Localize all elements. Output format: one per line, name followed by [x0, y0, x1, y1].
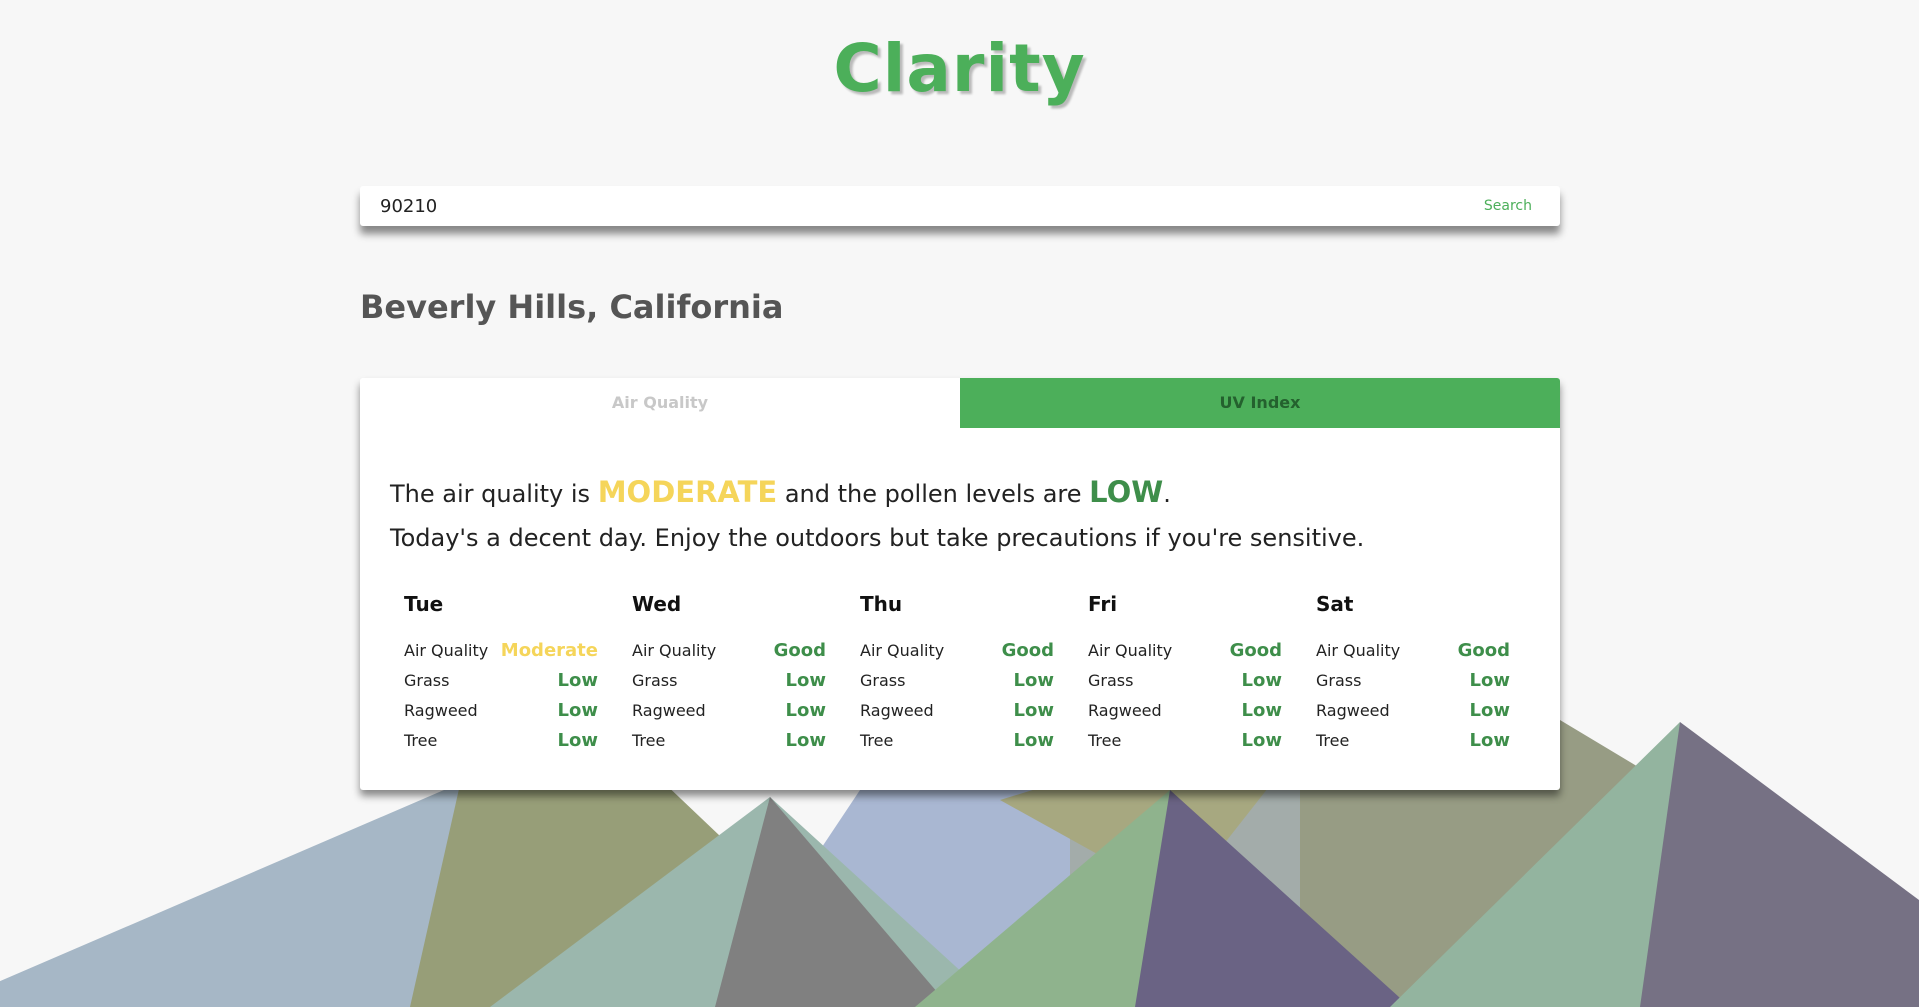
row-value: Low [1013, 730, 1054, 751]
row-label: Ragweed [860, 701, 934, 720]
forecast-row: Tree Low [404, 726, 598, 756]
row-label: Air Quality [404, 641, 489, 660]
summary-prefix: The air quality is [390, 480, 591, 508]
row-value: Low [1241, 730, 1282, 751]
row-value: Low [557, 670, 598, 691]
day-name: Sat [1316, 592, 1354, 616]
forecast-row: Ragweed Low [1088, 696, 1282, 726]
app-logo: Clarity [833, 30, 1086, 107]
row-label: Grass [1088, 671, 1134, 690]
forecast-day: Wed Air Quality Good Grass Low Ragweed Low … [632, 588, 826, 756]
forecast-row: Tree Low [632, 726, 826, 756]
row-value: Low [557, 730, 598, 751]
row-label: Grass [1316, 671, 1362, 690]
summary-line-1: The air quality is MODERATE and the poll… [390, 470, 1364, 516]
row-label: Air Quality [1088, 641, 1173, 660]
air-quality-level: MODERATE [597, 475, 778, 509]
row-value: Low [1241, 670, 1282, 691]
forecast-row: Tree Low [1316, 726, 1510, 756]
forecast-day: Fri Air Quality Good Grass Low Ragweed Low … [1088, 588, 1282, 756]
page: Clarity Search Beverly Hills, California… [0, 0, 1919, 1007]
forecast-row: Ragweed Low [1316, 696, 1510, 726]
forecast-row: Air Quality Good [632, 636, 826, 666]
row-label: Tree [632, 731, 666, 750]
row-label: Grass [404, 671, 450, 690]
row-value: Good [1001, 640, 1054, 661]
row-value: Low [1469, 700, 1510, 721]
row-value: Low [1469, 730, 1510, 751]
row-value: Low [1469, 670, 1510, 691]
row-value: Low [785, 670, 826, 691]
row-label: Ragweed [1316, 701, 1390, 720]
search-button[interactable]: Search [1484, 186, 1532, 226]
day-name: Wed [632, 592, 682, 616]
forecast-row: Grass Low [860, 666, 1054, 696]
location-title: Beverly Hills, California [360, 288, 784, 326]
row-value: Low [785, 730, 826, 751]
forecast-row: Air Quality Good [1316, 636, 1510, 666]
row-label: Tree [404, 731, 438, 750]
forecast-day: Tue Air Quality Moderate Grass Low Ragweed… [404, 588, 598, 756]
summary-line-2: Today's a decent day. Enjoy the outdoors… [390, 524, 1365, 552]
row-label: Air Quality [860, 641, 945, 660]
forecast-day: Thu Air Quality Good Grass Low Ragweed Low … [860, 588, 1054, 756]
row-value: Low [1013, 670, 1054, 691]
day-name: Tue [404, 592, 444, 616]
row-label: Grass [632, 671, 678, 690]
forecast-row: Tree Low [1088, 726, 1282, 756]
row-value: Low [1013, 700, 1054, 721]
forecast-row: Grass Low [632, 666, 826, 696]
forecast-row: Ragweed Low [860, 696, 1054, 726]
row-label: Ragweed [404, 701, 478, 720]
forecast-row: Grass Low [1316, 666, 1510, 696]
row-label: Tree [1316, 731, 1350, 750]
row-value: Low [557, 700, 598, 721]
tab-uv-index[interactable]: UV Index [960, 378, 1560, 428]
summary-suffix: . [1163, 480, 1171, 508]
forecast-row: Grass Low [404, 666, 598, 696]
tab-air-quality[interactable]: Air Quality [360, 378, 960, 428]
tab-bar: Air Quality UV Index [360, 378, 1560, 428]
forecast-day: Sat Air Quality Good Grass Low Ragweed Low … [1316, 588, 1510, 756]
forecast-row: Air Quality Good [1088, 636, 1282, 666]
row-value: Low [785, 700, 826, 721]
forecast-row: Ragweed Low [632, 696, 826, 726]
row-value: Good [773, 640, 826, 661]
forecast-row: Tree Low [860, 726, 1054, 756]
row-label: Air Quality [632, 641, 717, 660]
row-label: Tree [1088, 731, 1122, 750]
day-name: Thu [860, 592, 903, 616]
summary: The air quality is MODERATE and the poll… [390, 470, 1364, 560]
forecast-row: Grass Low [1088, 666, 1282, 696]
row-value: Good [1229, 640, 1282, 661]
results-card: Air Quality UV Index The air quality is … [360, 378, 1560, 790]
pollen-level: LOW [1089, 475, 1164, 509]
search-bar: Search [360, 186, 1560, 226]
day-name: Fri [1088, 592, 1118, 616]
summary-middle: and the pollen levels are [784, 480, 1082, 508]
search-input[interactable] [380, 186, 1430, 226]
row-label: Ragweed [1088, 701, 1162, 720]
forecast-row: Ragweed Low [404, 696, 598, 726]
row-label: Tree [860, 731, 894, 750]
forecast-row: Air Quality Moderate [404, 636, 598, 666]
row-label: Ragweed [632, 701, 706, 720]
row-value: Good [1457, 640, 1510, 661]
row-value: Moderate [500, 640, 598, 661]
forecast-row: Air Quality Good [860, 636, 1054, 666]
row-label: Air Quality [1316, 641, 1401, 660]
row-label: Grass [860, 671, 906, 690]
row-value: Low [1241, 700, 1282, 721]
